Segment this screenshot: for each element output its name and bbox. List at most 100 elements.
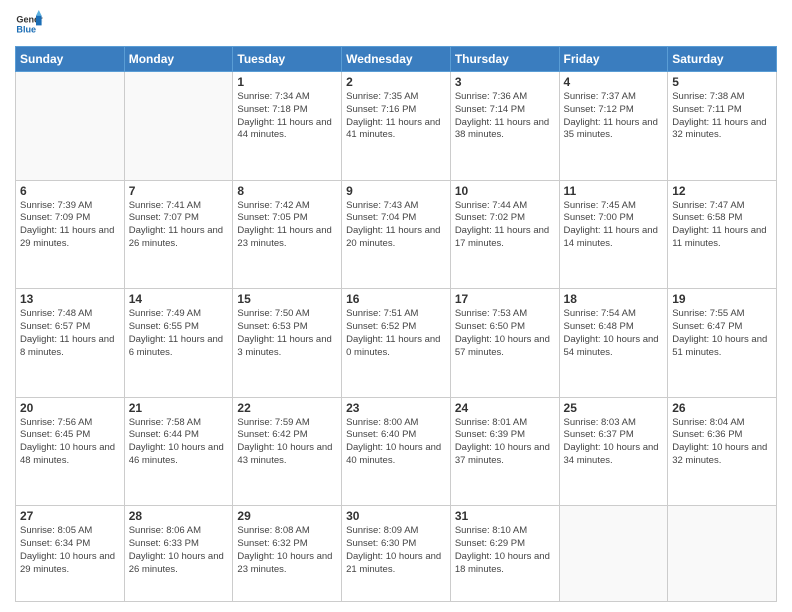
calendar-cell: 27Sunrise: 8:05 AM Sunset: 6:34 PM Dayli… [16,506,125,602]
day-info: Sunrise: 8:03 AM Sunset: 6:37 PM Dayligh… [564,417,664,468]
calendar-cell [668,506,777,602]
calendar-cell: 14 Sunrise: 7:49 AM Sunset: 6:55 PM Dayli… [124,289,233,398]
day-info: Sunrise: 7:47 AM Sunset: 6:58 PM Dayligh… [672,200,772,251]
calendar-cell: 1 Sunrise: 7:34 AM Sunset: 7:18 PM Daylig… [233,72,342,181]
day-info: Sunrise: 8:10 AM Sunset: 6:29 PM Dayligh… [455,525,555,576]
day-number: 21 [129,401,229,415]
day-number: 30 [346,509,446,523]
day-number: 27 [20,509,120,523]
calendar-cell [559,506,668,602]
day-number: 16 [346,292,446,306]
calendar-cell: 13 Sunrise: 7:48 AM Sunset: 6:57 PM Dayli… [16,289,125,398]
calendar-cell: 2 Sunrise: 7:35 AM Sunset: 7:16 PM Daylig… [342,72,451,181]
calendar-cell: 15 Sunrise: 7:50 AM Sunset: 6:53 PM Dayli… [233,289,342,398]
day-info: Sunrise: 7:37 AM Sunset: 7:12 PM Dayligh… [564,91,664,142]
svg-text:Blue: Blue [16,24,36,34]
day-number: 4 [564,75,664,89]
day-info: Sunrise: 7:56 AM Sunset: 6:45 PM Dayligh… [20,417,120,468]
day-number: 1 [237,75,337,89]
calendar-cell: 20 Sunrise: 7:56 AM Sunset: 6:45 PM Dayli… [16,397,125,506]
day-number: 24 [455,401,555,415]
day-info: Sunrise: 8:08 AM Sunset: 6:32 PM Dayligh… [237,525,337,576]
day-number: 5 [672,75,772,89]
day-number: 31 [455,509,555,523]
weekday-header: Thursday [450,47,559,72]
calendar-cell: 31 Sunrise: 8:10 AM Sunset: 6:29 PM Dayli… [450,506,559,602]
calendar-cell: 12 Sunrise: 7:47 AM Sunset: 6:58 PM Dayli… [668,180,777,289]
weekday-header: Wednesday [342,47,451,72]
weekday-header: Tuesday [233,47,342,72]
weekday-header: Sunday [16,47,125,72]
day-number: 6 [20,184,120,198]
calendar-cell: 17 Sunrise: 7:53 AM Sunset: 6:50 PM Dayli… [450,289,559,398]
day-number: 22 [237,401,337,415]
day-number: 29 [237,509,337,523]
day-number: 3 [455,75,555,89]
calendar-cell: 25 Sunrise: 8:03 AM Sunset: 6:37 PM Dayli… [559,397,668,506]
calendar-cell: 7 Sunrise: 7:41 AM Sunset: 7:07 PM Daylig… [124,180,233,289]
day-number: 26 [672,401,772,415]
calendar-cell: 9 Sunrise: 7:43 AM Sunset: 7:04 PM Daylig… [342,180,451,289]
day-number: 12 [672,184,772,198]
day-number: 19 [672,292,772,306]
weekday-header: Saturday [668,47,777,72]
day-info: Sunrise: 7:53 AM Sunset: 6:50 PM Dayligh… [455,308,555,359]
day-number: 15 [237,292,337,306]
day-number: 9 [346,184,446,198]
day-info: Sunrise: 7:55 AM Sunset: 6:47 PM Dayligh… [672,308,772,359]
weekday-header: Monday [124,47,233,72]
logo: General Blue [15,10,43,38]
calendar-cell: 23 Sunrise: 8:00 AM Sunset: 6:40 PM Dayli… [342,397,451,506]
calendar-cell: 21Sunrise: 7:58 AM Sunset: 6:44 PM Dayli… [124,397,233,506]
day-info: Sunrise: 7:45 AM Sunset: 7:00 PM Dayligh… [564,200,664,251]
day-number: 10 [455,184,555,198]
day-number: 20 [20,401,120,415]
day-info: Sunrise: 7:44 AM Sunset: 7:02 PM Dayligh… [455,200,555,251]
day-info: Sunrise: 7:39 AM Sunset: 7:09 PM Dayligh… [20,200,120,251]
day-info: Sunrise: 7:43 AM Sunset: 7:04 PM Dayligh… [346,200,446,251]
day-info: Sunrise: 8:00 AM Sunset: 6:40 PM Dayligh… [346,417,446,468]
calendar-cell: 30 Sunrise: 8:09 AM Sunset: 6:30 PM Dayli… [342,506,451,602]
day-info: Sunrise: 7:36 AM Sunset: 7:14 PM Dayligh… [455,91,555,142]
calendar-cell: 22Sunrise: 7:59 AM Sunset: 6:42 PM Dayli… [233,397,342,506]
header: General Blue [15,10,777,38]
calendar-cell: 29 Sunrise: 8:08 AM Sunset: 6:32 PM Dayli… [233,506,342,602]
day-number: 13 [20,292,120,306]
calendar-cell: 11Sunrise: 7:45 AM Sunset: 7:00 PM Dayli… [559,180,668,289]
day-info: Sunrise: 7:49 AM Sunset: 6:55 PM Dayligh… [129,308,229,359]
calendar-cell: 4 Sunrise: 7:37 AM Sunset: 7:12 PM Daylig… [559,72,668,181]
day-info: Sunrise: 7:34 AM Sunset: 7:18 PM Dayligh… [237,91,337,142]
calendar-cell: 19 Sunrise: 7:55 AM Sunset: 6:47 PM Dayli… [668,289,777,398]
day-number: 17 [455,292,555,306]
page: General Blue SundayMondayTuesdayWednesda… [0,0,792,612]
calendar-cell: 24 Sunrise: 8:01 AM Sunset: 6:39 PM Dayli… [450,397,559,506]
calendar-cell: 8 Sunrise: 7:42 AM Sunset: 7:05 PM Daylig… [233,180,342,289]
day-info: Sunrise: 8:06 AM Sunset: 6:33 PM Dayligh… [129,525,229,576]
calendar-cell: 5 Sunrise: 7:38 AM Sunset: 7:11 PM Daylig… [668,72,777,181]
day-info: Sunrise: 7:50 AM Sunset: 6:53 PM Dayligh… [237,308,337,359]
day-info: Sunrise: 8:09 AM Sunset: 6:30 PM Dayligh… [346,525,446,576]
day-info: Sunrise: 7:35 AM Sunset: 7:16 PM Dayligh… [346,91,446,142]
calendar-cell [124,72,233,181]
calendar-table: SundayMondayTuesdayWednesdayThursdayFrid… [15,46,777,602]
weekday-header: Friday [559,47,668,72]
day-number: 2 [346,75,446,89]
day-info: Sunrise: 7:41 AM Sunset: 7:07 PM Dayligh… [129,200,229,251]
day-number: 14 [129,292,229,306]
day-info: Sunrise: 8:04 AM Sunset: 6:36 PM Dayligh… [672,417,772,468]
day-info: Sunrise: 7:42 AM Sunset: 7:05 PM Dayligh… [237,200,337,251]
calendar-cell: 6 Sunrise: 7:39 AM Sunset: 7:09 PM Daylig… [16,180,125,289]
day-number: 25 [564,401,664,415]
day-number: 23 [346,401,446,415]
day-number: 8 [237,184,337,198]
day-info: Sunrise: 7:51 AM Sunset: 6:52 PM Dayligh… [346,308,446,359]
calendar-cell: 18Sunrise: 7:54 AM Sunset: 6:48 PM Dayli… [559,289,668,398]
calendar-cell: 28 Sunrise: 8:06 AM Sunset: 6:33 PM Dayli… [124,506,233,602]
day-info: Sunrise: 7:38 AM Sunset: 7:11 PM Dayligh… [672,91,772,142]
day-info: Sunrise: 7:48 AM Sunset: 6:57 PM Dayligh… [20,308,120,359]
day-info: Sunrise: 7:54 AM Sunset: 6:48 PM Dayligh… [564,308,664,359]
calendar-cell: 3 Sunrise: 7:36 AM Sunset: 7:14 PM Daylig… [450,72,559,181]
day-number: 28 [129,509,229,523]
day-number: 7 [129,184,229,198]
day-info: Sunrise: 8:01 AM Sunset: 6:39 PM Dayligh… [455,417,555,468]
